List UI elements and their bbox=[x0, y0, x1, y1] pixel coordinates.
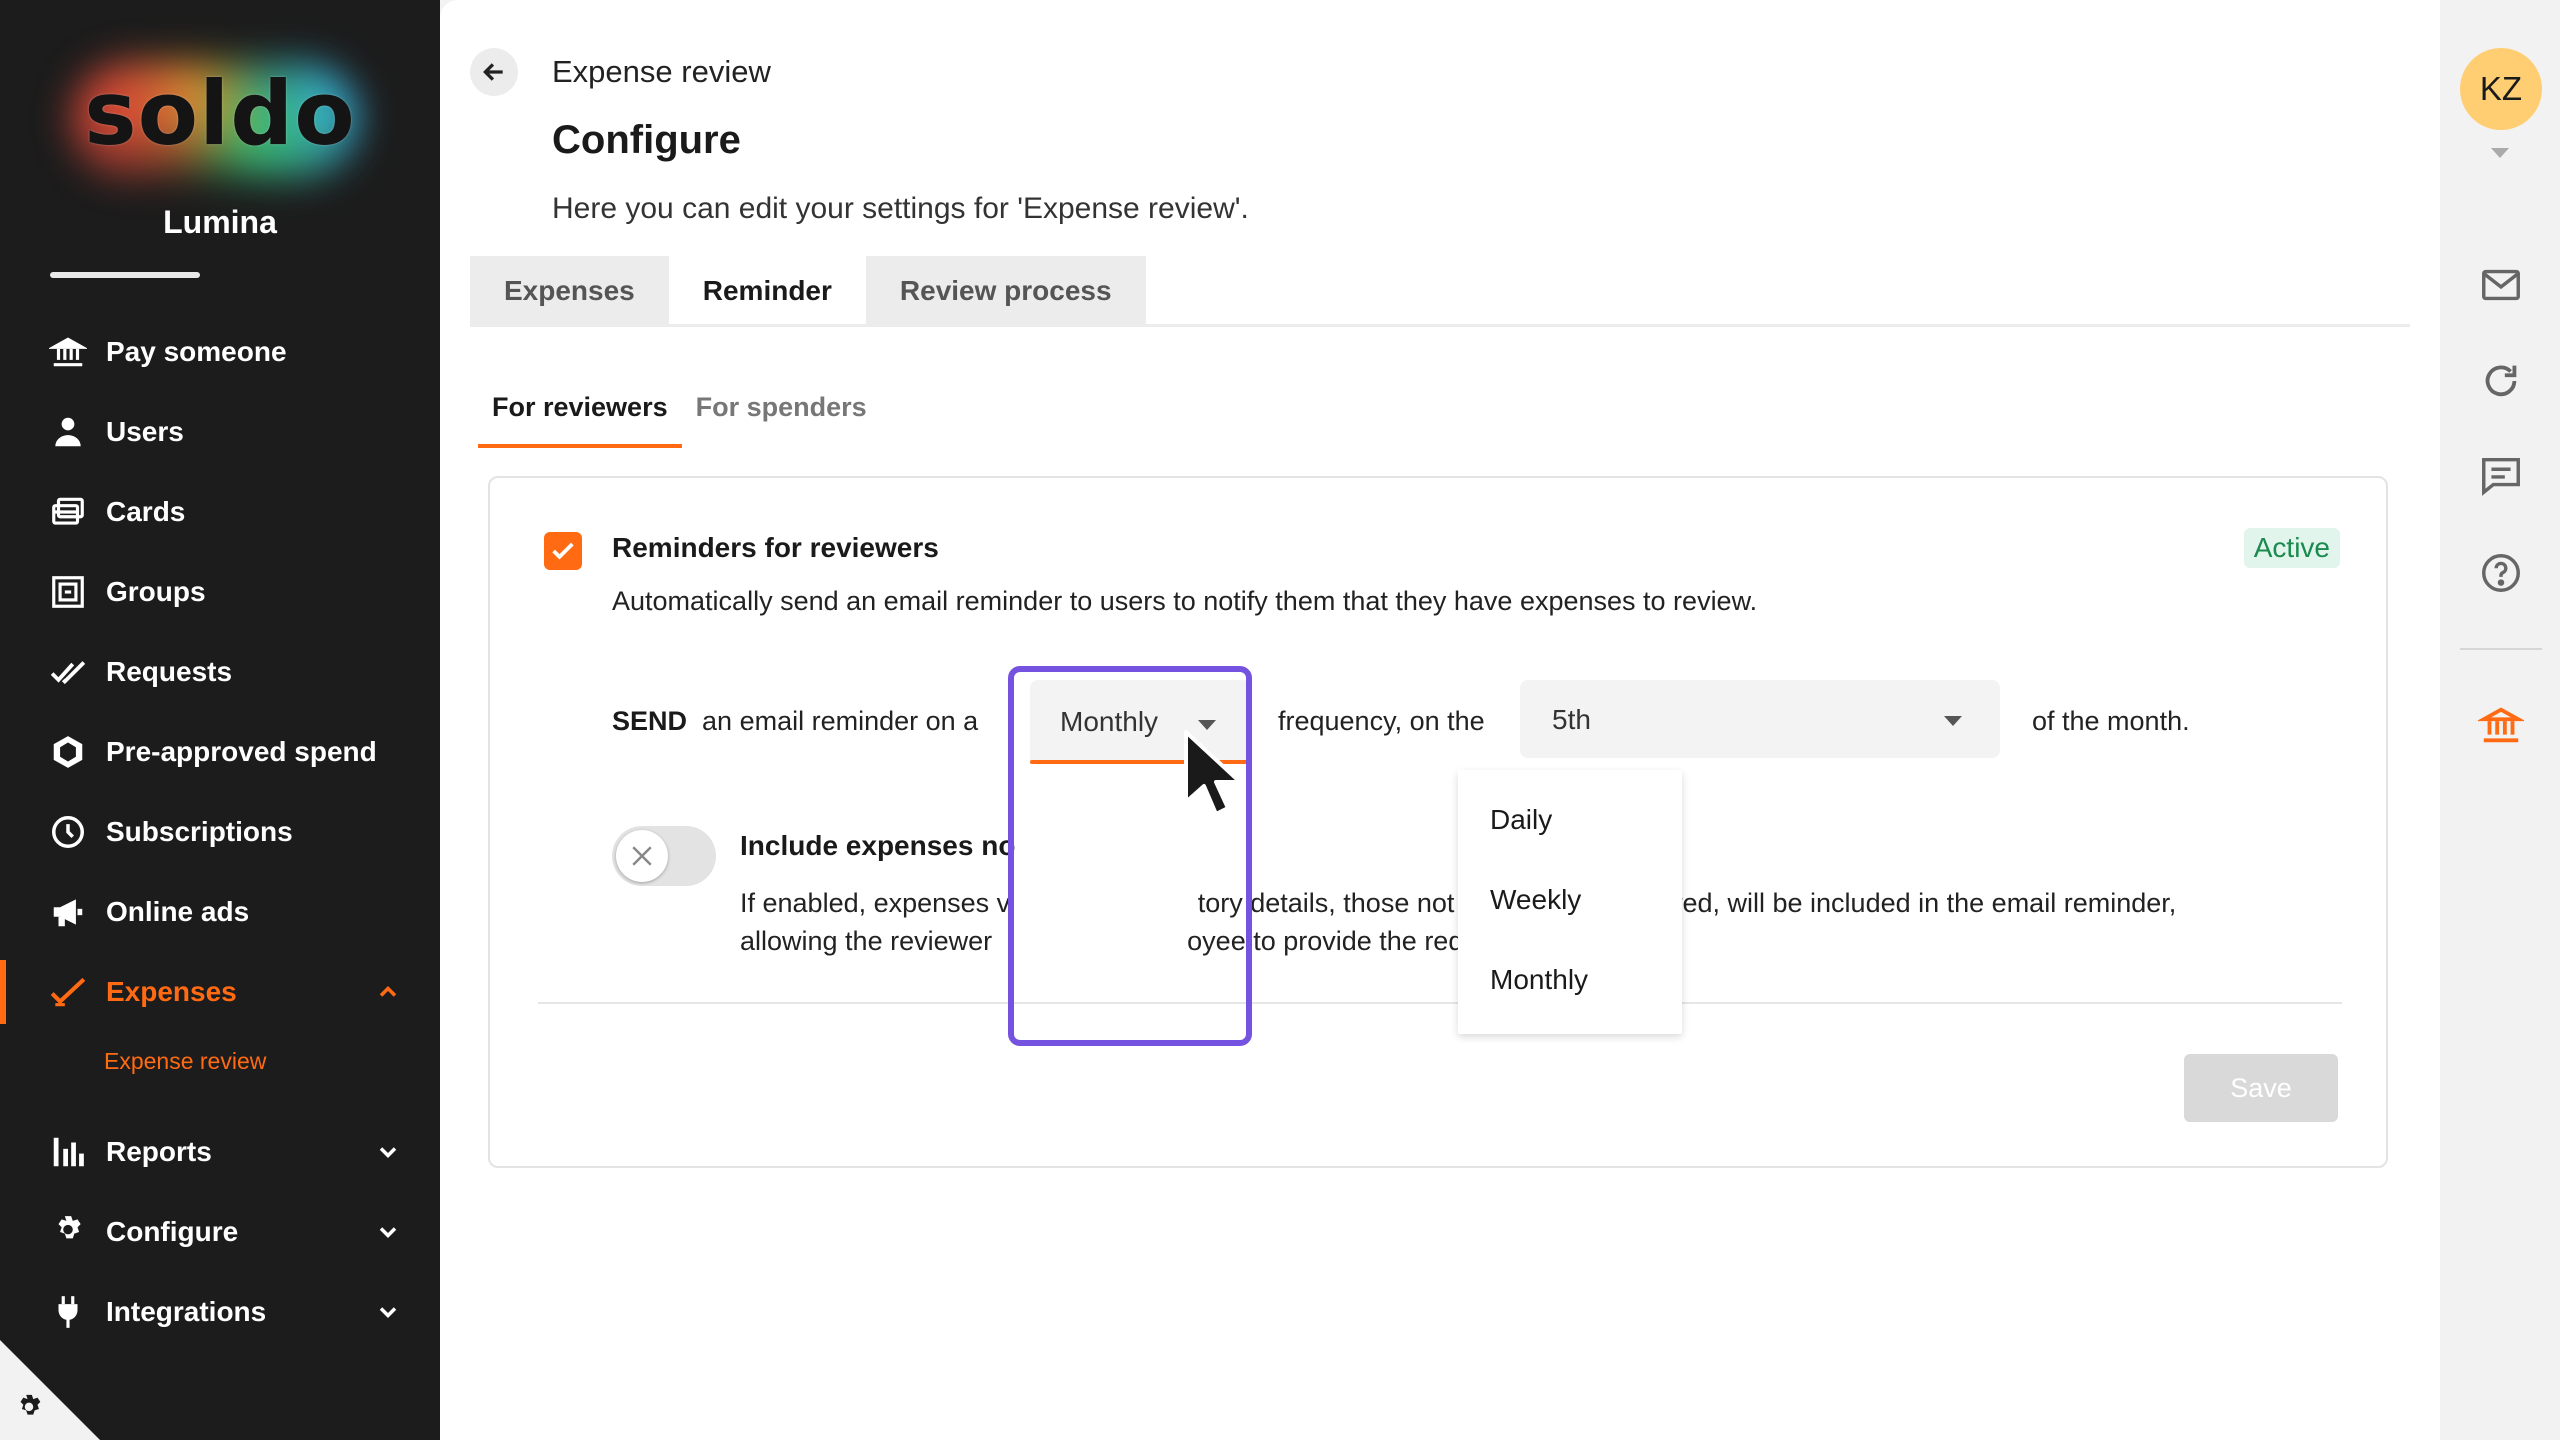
sidebar-item-partial bbox=[50, 268, 200, 282]
check-icon bbox=[552, 542, 574, 560]
include-title: Include expenses no bbox=[740, 830, 1016, 861]
sidebar-item-label: Cards bbox=[106, 496, 186, 527]
sidebar-item-online-ads[interactable]: Online ads bbox=[0, 880, 440, 944]
tab-expenses[interactable]: Expenses bbox=[470, 256, 669, 326]
hexagon-icon bbox=[46, 730, 90, 774]
chat-icon[interactable] bbox=[2478, 452, 2524, 498]
mail-icon[interactable] bbox=[2478, 262, 2524, 308]
frequency-label: frequency, on the bbox=[1278, 706, 1485, 736]
sidebar-item-label: Integrations bbox=[106, 1296, 267, 1327]
megaphone-icon bbox=[46, 890, 90, 934]
caret-down-icon[interactable] bbox=[2491, 148, 2509, 158]
status-badge: Active bbox=[2243, 528, 2340, 568]
dropdown-option-weekly[interactable]: Weekly bbox=[1490, 884, 1581, 916]
rail-divider bbox=[2460, 648, 2542, 650]
page-title: Configure bbox=[552, 118, 741, 162]
card-divider bbox=[538, 1002, 2342, 1004]
toggle-knob bbox=[616, 830, 668, 882]
sidebar-item-configure[interactable]: Configure bbox=[0, 1200, 440, 1264]
help-icon[interactable] bbox=[2478, 550, 2524, 596]
sidebar-item-subscriptions[interactable]: Subscriptions bbox=[0, 800, 440, 864]
groups-icon bbox=[46, 570, 90, 614]
right-rail: KZ bbox=[2440, 0, 2560, 1440]
sidebar-item-integrations[interactable]: Integrations bbox=[0, 1280, 440, 1344]
sidebar-item-pay-someone[interactable]: Pay someone bbox=[0, 320, 440, 384]
card-title: Reminders for reviewers bbox=[612, 532, 939, 563]
reminder-card: Reminders for reviewers Active Automatic… bbox=[488, 476, 2388, 1168]
plug-icon bbox=[46, 1290, 90, 1334]
sidebar: soldo Lumina Pay someone Users Cards Gro… bbox=[0, 0, 440, 1440]
subtab-for-reviewers[interactable]: For reviewers bbox=[478, 392, 682, 448]
chevron-down-icon[interactable] bbox=[374, 1138, 402, 1166]
sidebar-item-label: Groups bbox=[106, 576, 206, 607]
sidebar-item-expenses[interactable]: Expenses bbox=[0, 960, 440, 1024]
sidebar-item-label: Users bbox=[106, 416, 184, 447]
dropdown-option-daily[interactable]: Daily bbox=[1490, 804, 1552, 836]
bar-chart-icon bbox=[46, 1130, 90, 1174]
sidebar-item-requests[interactable]: Requests bbox=[0, 640, 440, 704]
sidebar-item-cards[interactable]: Cards bbox=[0, 480, 440, 544]
sidebar-subitem-expense-review[interactable]: Expense review bbox=[104, 1048, 266, 1075]
breadcrumb[interactable]: Expense review bbox=[552, 54, 771, 90]
sidebar-item-reports[interactable]: Reports bbox=[0, 1120, 440, 1184]
send-text: an email reminder on a bbox=[702, 706, 979, 736]
chevron-down-icon[interactable] bbox=[374, 1298, 402, 1326]
chevron-down-icon[interactable] bbox=[374, 1218, 402, 1246]
highlight-frame bbox=[1008, 666, 1252, 1046]
logo[interactable]: soldo bbox=[0, 40, 440, 200]
sidebar-item-label: Online ads bbox=[106, 896, 250, 927]
refresh-icon[interactable] bbox=[2478, 358, 2524, 404]
send-label: SEND bbox=[612, 706, 688, 736]
dropdown-option-monthly[interactable]: Monthly bbox=[1490, 964, 1588, 996]
sidebar-item-groups[interactable]: Groups bbox=[0, 560, 440, 624]
sidebar-item-label: Expenses bbox=[106, 976, 237, 1007]
sidebar-item-label: Pre-approved spend bbox=[106, 736, 377, 767]
close-icon bbox=[632, 846, 652, 866]
month-label: of the month. bbox=[2032, 706, 2190, 736]
arrow-left-icon bbox=[483, 63, 503, 81]
subtab-for-spenders[interactable]: For spenders bbox=[682, 392, 881, 444]
chevron-up-icon[interactable] bbox=[374, 978, 402, 1006]
card-description: Automatically send an email reminder to … bbox=[612, 586, 1758, 616]
avatar[interactable]: KZ bbox=[2460, 48, 2542, 130]
caret-down-icon bbox=[1944, 716, 1962, 726]
mouse-cursor-icon bbox=[1184, 730, 1242, 816]
sidebar-item-label: Subscriptions bbox=[106, 816, 293, 847]
checkmark-icon bbox=[46, 970, 90, 1014]
sidebar-item-label: Pay someone bbox=[106, 336, 287, 367]
sidebar-item-label: Reports bbox=[106, 1136, 212, 1167]
send-row: SEND an email reminder on a bbox=[612, 706, 978, 737]
sidebar-item-pre-approved-spend[interactable]: Pre-approved spend bbox=[0, 720, 440, 784]
logo-text: soldo bbox=[84, 62, 356, 165]
save-button[interactable]: Save bbox=[2184, 1054, 2338, 1122]
tab-reminder[interactable]: Reminder bbox=[668, 256, 866, 326]
main-content: Expense review Configure Here you can ed… bbox=[440, 0, 2440, 1440]
organization-name: Lumina bbox=[163, 204, 277, 240]
user-icon bbox=[46, 410, 90, 454]
bank-transfer-icon bbox=[46, 330, 90, 374]
tab-divider bbox=[470, 324, 2410, 327]
double-check-icon bbox=[46, 650, 90, 694]
gear-icon bbox=[46, 1210, 90, 1254]
bank-icon[interactable] bbox=[2476, 702, 2526, 748]
subtab-bar: For reviewers For spenders bbox=[478, 392, 881, 448]
sidebar-item-label: Requests bbox=[106, 656, 233, 687]
clock-icon bbox=[46, 810, 90, 854]
settings-gear-icon[interactable] bbox=[12, 1392, 46, 1426]
tab-bar: Expenses Reminder Review process bbox=[470, 256, 1146, 326]
frequency-dropdown-menu: Daily Weekly Monthly bbox=[1458, 770, 1682, 1034]
back-button[interactable] bbox=[470, 48, 518, 96]
include-expenses-toggle[interactable] bbox=[612, 826, 716, 886]
day-value: 5th bbox=[1552, 704, 1591, 735]
sidebar-item-users[interactable]: Users bbox=[0, 400, 440, 464]
cards-icon bbox=[46, 490, 90, 534]
sidebar-item-label: Configure bbox=[106, 1216, 239, 1247]
tab-review-process[interactable]: Review process bbox=[865, 256, 1146, 326]
day-select[interactable]: 5th bbox=[1520, 680, 2000, 758]
reminders-checkbox[interactable] bbox=[544, 532, 582, 570]
page-description: Here you can edit your settings for 'Exp… bbox=[552, 192, 1249, 225]
